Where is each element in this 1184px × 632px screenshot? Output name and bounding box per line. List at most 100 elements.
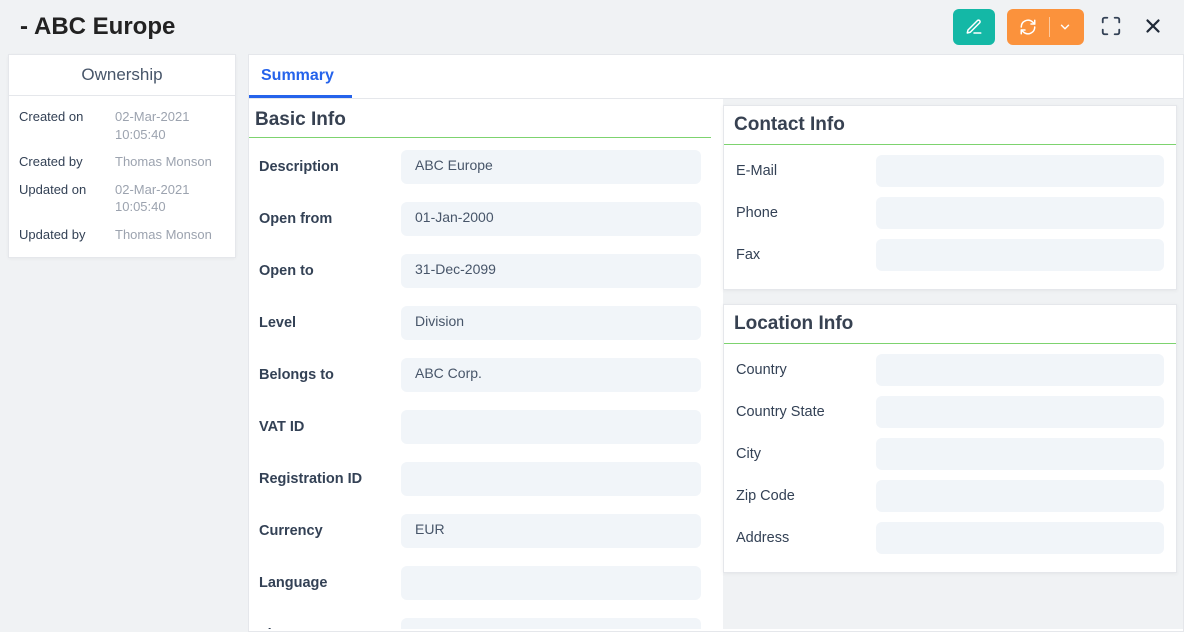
ownership-label: Updated on bbox=[19, 181, 115, 197]
section-contact-info: Contact Info E-Mail Phone Fax bbox=[723, 105, 1177, 290]
section-body: E-Mail Phone Fax bbox=[724, 145, 1176, 289]
field-label: Timezone bbox=[259, 627, 401, 629]
ownership-card: Ownership Created on 02-Mar-2021 10:05:4… bbox=[8, 54, 236, 258]
expand-button[interactable] bbox=[1096, 11, 1126, 44]
field-value: EUR bbox=[401, 514, 701, 548]
field-row: Currency EUR bbox=[259, 510, 701, 552]
ownership-label: Created on bbox=[19, 108, 115, 124]
edit-button[interactable] bbox=[953, 9, 995, 45]
section-title: Contact Info bbox=[724, 106, 1176, 145]
field-label: Open from bbox=[259, 211, 401, 227]
field-row: Level Division bbox=[259, 302, 701, 344]
chevron-down-icon bbox=[1058, 20, 1072, 34]
ownership-label: Created by bbox=[19, 153, 115, 169]
field-row: Fax bbox=[736, 239, 1164, 271]
section-body: Country Country State City Zip Code bbox=[724, 344, 1176, 572]
tab-summary[interactable]: Summary bbox=[249, 55, 352, 98]
field-label: Currency bbox=[259, 523, 401, 539]
field-value bbox=[876, 522, 1164, 554]
field-label: Registration ID bbox=[259, 471, 401, 487]
field-label: E-Mail bbox=[736, 163, 876, 179]
field-row: Country State bbox=[736, 396, 1164, 428]
content-area: Ownership Created on 02-Mar-2021 10:05:4… bbox=[0, 54, 1184, 632]
panel-right: Contact Info E-Mail Phone Fax bbox=[723, 99, 1183, 629]
field-label: Language bbox=[259, 575, 401, 591]
field-row: Belongs to ABC Corp. bbox=[259, 354, 701, 396]
field-value bbox=[401, 618, 701, 629]
field-label: Fax bbox=[736, 247, 876, 263]
refresh-dropdown-button[interactable] bbox=[1007, 9, 1084, 45]
field-value: 31-Dec-2099 bbox=[401, 254, 701, 288]
panels: Basic Info Description ABC Europe Open f… bbox=[249, 99, 1183, 629]
field-row: Address bbox=[736, 522, 1164, 554]
field-label: Country bbox=[736, 362, 876, 378]
refresh-icon bbox=[1019, 18, 1037, 36]
section-basic-info: Basic Info Description ABC Europe Open f… bbox=[249, 105, 711, 629]
ownership-row: Created on 02-Mar-2021 10:05:40 bbox=[19, 108, 225, 143]
field-row: Timezone bbox=[259, 614, 701, 629]
field-value bbox=[876, 396, 1164, 428]
ownership-value: Thomas Monson bbox=[115, 226, 212, 244]
field-row: Description ABC Europe bbox=[259, 146, 701, 188]
field-value bbox=[876, 197, 1164, 229]
ownership-row: Created by Thomas Monson bbox=[19, 153, 225, 171]
field-label: Open to bbox=[259, 263, 401, 279]
field-value bbox=[876, 239, 1164, 271]
ownership-label: Updated by bbox=[19, 226, 115, 242]
field-label: Zip Code bbox=[736, 488, 876, 504]
field-row: Zip Code bbox=[736, 480, 1164, 512]
field-value: Division bbox=[401, 306, 701, 340]
field-label: Belongs to bbox=[259, 367, 401, 383]
field-label: City bbox=[736, 446, 876, 462]
field-row: City bbox=[736, 438, 1164, 470]
field-row: Registration ID bbox=[259, 458, 701, 500]
pencil-icon bbox=[965, 18, 983, 36]
ownership-value: 02-Mar-2021 10:05:40 bbox=[115, 108, 225, 143]
field-value bbox=[401, 410, 701, 444]
field-label: Address bbox=[736, 530, 876, 546]
field-row: E-Mail bbox=[736, 155, 1164, 187]
maximize-icon bbox=[1100, 15, 1122, 37]
close-button[interactable] bbox=[1138, 11, 1168, 44]
field-label: VAT ID bbox=[259, 419, 401, 435]
field-value bbox=[876, 438, 1164, 470]
ownership-row: Updated by Thomas Monson bbox=[19, 226, 225, 244]
field-value bbox=[401, 462, 701, 496]
page-title: - ABC Europe bbox=[20, 13, 175, 41]
sidebar: Ownership Created on 02-Mar-2021 10:05:4… bbox=[8, 54, 236, 632]
field-value bbox=[401, 566, 701, 600]
section-title: Basic Info bbox=[249, 105, 711, 138]
field-label: Description bbox=[259, 159, 401, 175]
field-row: Open from 01-Jan-2000 bbox=[259, 198, 701, 240]
field-value: ABC Corp. bbox=[401, 358, 701, 392]
section-location-info: Location Info Country Country State City bbox=[723, 304, 1177, 573]
title-prefix: - bbox=[20, 13, 28, 41]
field-value bbox=[876, 480, 1164, 512]
field-value bbox=[876, 354, 1164, 386]
ownership-value: Thomas Monson bbox=[115, 153, 212, 171]
top-bar: - ABC Europe bbox=[0, 0, 1184, 54]
field-row: VAT ID bbox=[259, 406, 701, 448]
ownership-value: 02-Mar-2021 10:05:40 bbox=[115, 181, 225, 216]
ownership-title: Ownership bbox=[9, 55, 235, 96]
ownership-body: Created on 02-Mar-2021 10:05:40 Created … bbox=[9, 96, 235, 257]
header-actions bbox=[953, 9, 1168, 45]
field-label: Level bbox=[259, 315, 401, 331]
button-separator bbox=[1049, 17, 1050, 37]
field-row: Language bbox=[259, 562, 701, 604]
ownership-row: Updated on 02-Mar-2021 10:05:40 bbox=[19, 181, 225, 216]
title-name: ABC Europe bbox=[34, 13, 175, 41]
field-value: 01-Jan-2000 bbox=[401, 202, 701, 236]
field-row: Phone bbox=[736, 197, 1164, 229]
field-value: ABC Europe bbox=[401, 150, 701, 184]
section-title: Location Info bbox=[724, 305, 1176, 344]
field-row: Country bbox=[736, 354, 1164, 386]
field-label: Phone bbox=[736, 205, 876, 221]
tabs: Summary bbox=[249, 55, 1183, 99]
panel-left: Basic Info Description ABC Europe Open f… bbox=[249, 99, 711, 629]
field-row: Open to 31-Dec-2099 bbox=[259, 250, 701, 292]
field-label: Country State bbox=[736, 404, 876, 420]
field-value bbox=[876, 155, 1164, 187]
main-panel: Summary Basic Info Description ABC Europ… bbox=[248, 54, 1184, 632]
section-body: Description ABC Europe Open from 01-Jan-… bbox=[249, 138, 711, 629]
